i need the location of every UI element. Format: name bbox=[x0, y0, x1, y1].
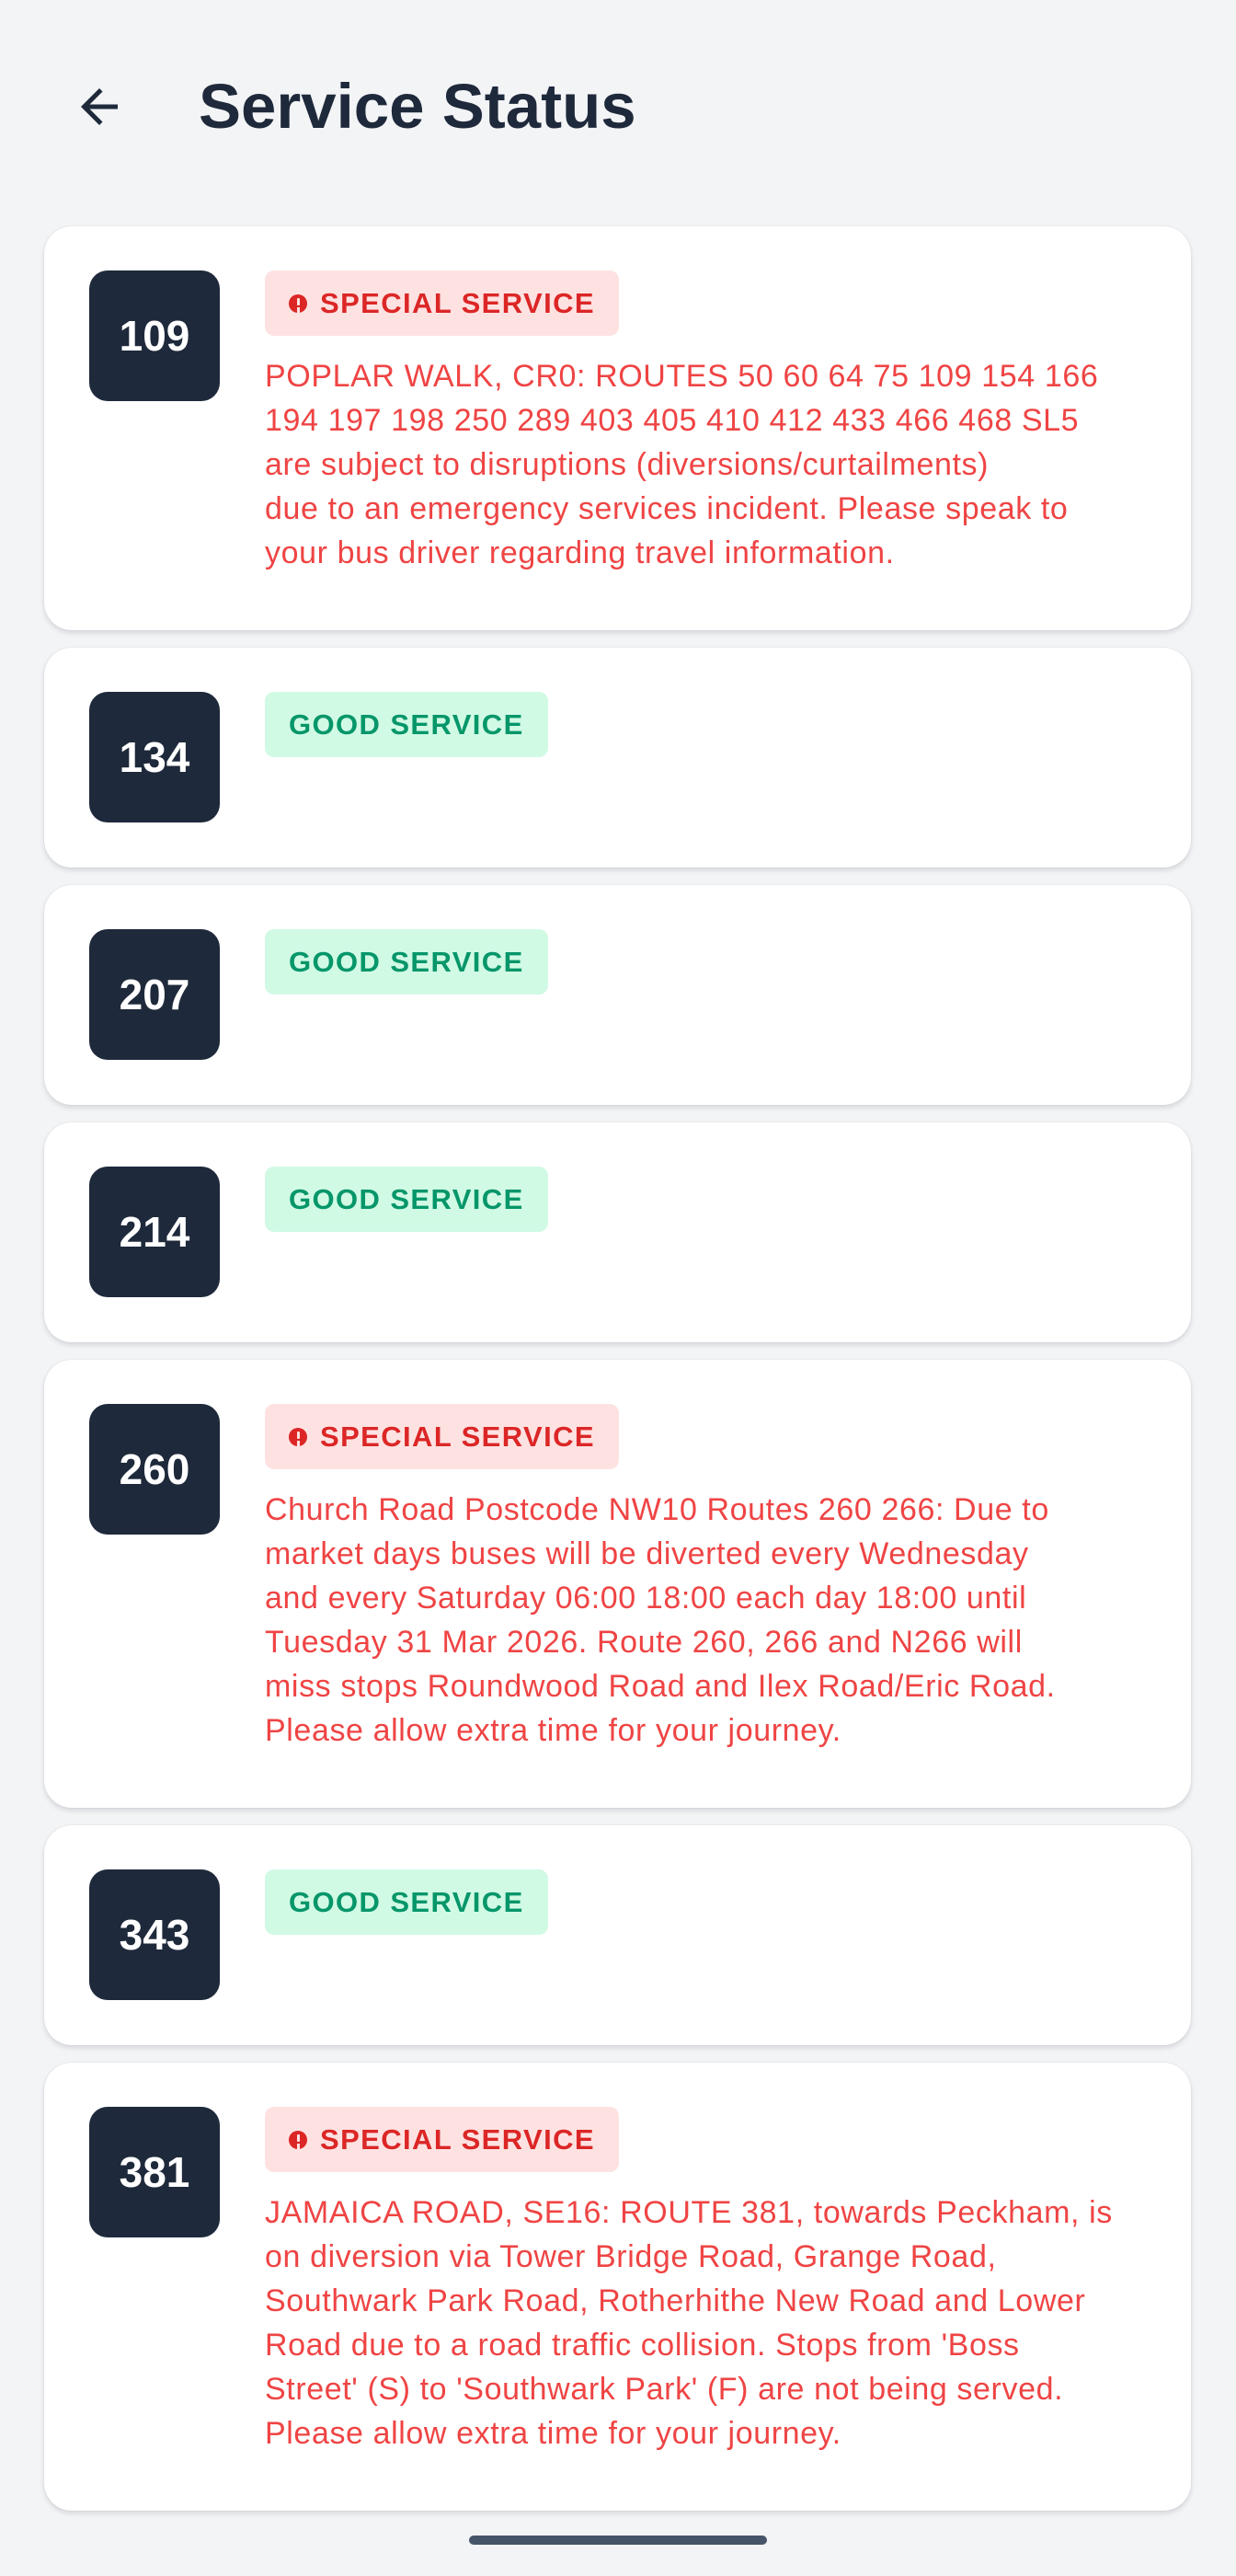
special-service-badge: SPECIAL SERVICE bbox=[265, 270, 619, 336]
special-service-badge: SPECIAL SERVICE bbox=[265, 2107, 619, 2172]
disruption-message: POPLAR WALK, CR0: ROUTES 50 60 64 75 109… bbox=[265, 359, 1099, 570]
route-status-card[interactable]: 109 SPECIAL SERVICE POPLAR WALK, CR0: ROUT… bbox=[44, 226, 1191, 630]
alert-icon bbox=[289, 293, 307, 313]
disruption-message: Church Road Postcode NW10 Routes 260 266… bbox=[265, 1492, 1056, 1748]
route-status-body: SPECIAL SERVICE POPLAR WALK, CR0: ROUTES … bbox=[265, 270, 1150, 575]
route-status-body: GOOD SERVICE bbox=[265, 1869, 1150, 1935]
status-label: GOOD SERVICE bbox=[289, 707, 524, 741]
status-label: SPECIAL SERVICE bbox=[320, 1420, 595, 1453]
back-button[interactable] bbox=[53, 61, 145, 153]
route-status-body: GOOD SERVICE bbox=[265, 1167, 1150, 1232]
special-service-badge: SPECIAL SERVICE bbox=[265, 1404, 619, 1469]
route-status-body: GOOD SERVICE bbox=[265, 692, 1150, 757]
disruption-message: JAMAICA ROAD, SE16: ROUTE 381, towards P… bbox=[265, 2195, 1113, 2451]
status-label: GOOD SERVICE bbox=[289, 945, 524, 978]
status-label: GOOD SERVICE bbox=[289, 1885, 524, 1918]
route-number-badge: 207 bbox=[89, 929, 220, 1060]
status-label: GOOD SERVICE bbox=[289, 1182, 524, 1215]
route-status-body: SPECIAL SERVICE JAMAICA ROAD, SE16: ROUTE… bbox=[265, 2107, 1150, 2455]
route-status-body: SPECIAL SERVICE Church Road Postcode NW10… bbox=[265, 1404, 1150, 1753]
page-title: Service Status bbox=[199, 71, 636, 142]
route-status-card[interactable]: 260 SPECIAL SERVICE Church Road Postcode N… bbox=[44, 1360, 1191, 1808]
route-number-badge: 134 bbox=[89, 692, 220, 822]
good-service-badge: GOOD SERVICE bbox=[265, 692, 548, 757]
route-number-badge: 381 bbox=[89, 2107, 220, 2237]
route-status-body: GOOD SERVICE bbox=[265, 929, 1150, 995]
status-label: SPECIAL SERVICE bbox=[320, 286, 595, 319]
good-service-badge: GOOD SERVICE bbox=[265, 929, 548, 995]
route-status-card[interactable]: 214 GOOD SERVICE bbox=[44, 1122, 1191, 1342]
alert-icon bbox=[289, 2130, 307, 2149]
alert-icon bbox=[289, 1427, 307, 1446]
route-number-badge: 343 bbox=[89, 1869, 220, 2000]
route-number-badge: 214 bbox=[89, 1167, 220, 1297]
home-indicator[interactable] bbox=[469, 2536, 767, 2545]
route-status-card[interactable]: 381 SPECIAL SERVICE JAMAICA ROAD, SE16: RO… bbox=[44, 2063, 1191, 2511]
route-status-list: 109 SPECIAL SERVICE POPLAR WALK, CR0: ROUT… bbox=[44, 226, 1191, 2528]
status-label: SPECIAL SERVICE bbox=[320, 2122, 595, 2156]
route-status-card[interactable]: 207 GOOD SERVICE bbox=[44, 885, 1191, 1105]
good-service-badge: GOOD SERVICE bbox=[265, 1869, 548, 1935]
good-service-badge: GOOD SERVICE bbox=[265, 1167, 548, 1232]
route-status-card[interactable]: 343 GOOD SERVICE bbox=[44, 1825, 1191, 2045]
route-number-badge: 109 bbox=[89, 270, 220, 401]
arrow-left-icon bbox=[81, 88, 118, 125]
top-app-bar: Service Status bbox=[0, 0, 1236, 212]
route-number-badge: 260 bbox=[89, 1404, 220, 1535]
route-status-card[interactable]: 134 GOOD SERVICE bbox=[44, 648, 1191, 868]
